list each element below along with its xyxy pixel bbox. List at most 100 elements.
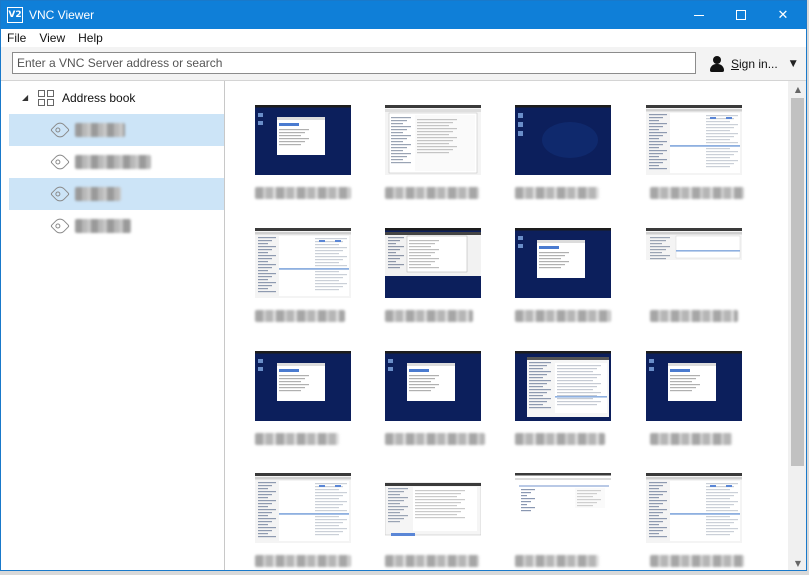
computer-thumbnail[interactable]: ▓▓▓▓▓▓▓▓▓▓ [646,351,746,461]
sidebar-item-label: ▓▓▓▓▓▓ [75,219,131,233]
computer-thumbnail[interactable]: ▓▓▓▓▓▓▓▓▓▓▓▓▓▓▓ [515,351,615,461]
scrollbar-thumb[interactable] [791,98,804,466]
window-title: VNC Viewer [29,8,95,22]
computer-thumbnail[interactable]: ▓▓▓▓▓▓▓▓▓▓▓▓▓▓ [385,228,485,338]
remote-screen-preview[interactable] [255,473,351,543]
computer-name-label: ▓▓▓▓▓▓▓▓▓▓▓▓▓▓▓ [515,433,605,445]
menu-help[interactable]: Help [78,31,103,45]
computer-thumbnail[interactable]: ▓▓▓▓▓▓▓▓▓▓▓▓▓▓ [646,228,746,338]
remote-screen-preview[interactable] [385,105,481,175]
computer-name-label: ▓▓▓▓▓▓▓▓▓▓▓▓▓▓ [650,310,738,322]
screen-preview-image [646,473,742,543]
remote-screen-preview[interactable] [515,105,611,175]
computer-name-label: ▓▓▓▓▓▓▓▓▓▓▓▓ [515,187,599,199]
screen-preview-image [385,351,481,421]
sidebar-item-group[interactable]: ▓▓▓▓▓▓ [9,210,224,242]
screen-preview-image [646,351,742,421]
vertical-scrollbar[interactable]: ▲ ▼ [788,81,806,570]
address-book-header[interactable]: ◢ Address book [1,81,224,113]
computer-name-label: ▓▓▓▓▓▓▓▓▓▓▓▓▓ [650,555,744,567]
screen-preview-image [515,228,611,298]
screen-preview-image [255,228,351,298]
computer-thumbnail[interactable]: ▓▓▓▓▓▓▓▓▓▓▓▓▓ [385,351,485,461]
remote-screen-preview[interactable] [385,351,481,421]
scroll-up-icon[interactable]: ▲ [788,81,806,98]
remote-screen-preview[interactable] [646,105,742,175]
screen-preview-image [385,105,481,175]
computer-thumbnail[interactable]: ▓▓▓▓▓▓▓▓▓▓▓▓ [515,105,615,215]
address-book-title: Address book [62,91,136,105]
remote-screen-preview[interactable] [515,228,611,298]
close-icon: ✕ [777,7,789,23]
screen-preview-image [515,105,611,175]
tag-icon [50,120,70,140]
remote-screen-preview[interactable] [255,228,351,298]
sign-in-button[interactable]: Sign in... ▼ [709,54,797,74]
screen-preview-image [515,473,611,543]
computer-name-label: ▓▓▓▓▓▓▓▓▓▓▓▓▓▓▓ [255,555,351,567]
computer-thumbnail[interactable]: ▓▓▓▓▓▓▓▓▓▓▓▓▓▓ [255,105,355,215]
title-bar[interactable]: V2 VNC Viewer ✕ [1,1,806,29]
remote-screen-preview[interactable] [646,228,742,298]
computer-thumbnail[interactable]: ▓▓▓▓▓▓▓▓▓▓▓▓▓ [255,228,355,338]
remote-screen-preview[interactable] [646,473,742,543]
computer-name-label: ▓▓▓▓▓▓▓▓▓▓▓▓▓ [515,310,611,322]
minimize-icon [694,14,704,16]
screen-preview-image [515,351,611,421]
tag-icon [50,184,70,204]
computer-thumbnail[interactable]: ▓▓▓▓▓▓▓▓▓▓▓▓▓▓▓ [515,473,615,570]
minimize-button[interactable] [678,1,720,29]
sidebar-item-label: ▓▓▓▓▓▓-▓▓ [75,155,151,169]
computer-name-label: ▓▓▓▓▓▓▓▓▓▓▓▓▓▓ [385,310,473,322]
computer-thumbnail[interactable]: ▓▓▓▓▓▓▓▓▓▓▓▓▓ [646,473,746,570]
computer-thumbnail[interactable]: ▓▓▓▓▓▓▓▓▓▓▓▓▓ [385,105,485,215]
sidebar-item-group[interactable]: ▓▓ ▓▓▓▓ [9,114,224,146]
vnc-viewer-window: V2 VNC Viewer ✕ File View Help Sign in..… [0,0,807,571]
computer-thumbnail[interactable]: ▓▓▓▓▓▓▓▓▓▓▓▓ [255,351,355,461]
computer-name-label: ▓▓▓▓▓▓▓▓▓▓▓▓▓ [255,310,345,322]
sidebar-item-label: ▓▓-▓▓▓ [75,187,121,201]
computer-name-label: ▓▓▓▓▓▓▓▓▓▓▓▓▓▓▓ [515,555,599,567]
remote-screen-preview[interactable] [255,105,351,175]
computer-thumbnail[interactable]: ▓▓▓▓▓▓▓▓▓▓▓ [646,105,746,215]
chevron-down-icon[interactable]: ▼ [790,59,797,69]
menu-view[interactable]: View [39,31,65,45]
computer-name-label: ▓▓▓▓▓▓▓▓▓▓▓ [650,187,744,199]
screen-preview-image [255,351,351,421]
remote-screen-preview[interactable] [384,473,482,543]
computer-thumbnail[interactable]: ▓▓▓▓▓▓▓▓▓▓▓▓▓ [515,228,615,338]
scroll-down-icon[interactable]: ▼ [788,555,806,570]
remote-screen-preview[interactable] [255,351,351,421]
screen-preview-image [646,228,742,298]
computer-name-label: ▓▓▓▓▓▓▓▓▓▓▓▓ [255,433,339,445]
vnc-app-icon: V2 [7,7,23,23]
computer-name-label: ▓▓▓▓▓▓▓▓▓▓▓▓▓ [385,433,485,445]
computer-thumbnail[interactable]: ▓▓▓▓▓▓▓▓▓▓▓▓▓▓▓ [255,473,355,570]
tag-icon [50,152,70,172]
sidebar: ◢ Address book ▓▓ ▓▓▓▓ ▓▓▓▓▓▓-▓▓ ▓▓-▓▓▓ … [1,81,225,570]
maximize-icon [736,10,746,20]
user-icon [709,56,725,72]
remote-screen-preview[interactable] [385,228,481,298]
tag-icon [50,216,70,236]
remote-screen-preview[interactable] [646,351,742,421]
screen-preview-image [384,473,482,543]
sidebar-item-group[interactable]: ▓▓-▓▓▓ [9,178,224,210]
computer-name-label: ▓▓▓▓▓▓▓▓▓▓ [650,433,732,445]
computer-thumbnail-grid: ▓▓▓▓▓▓▓▓▓▓▓▓▓▓▓▓▓▓▓▓▓▓▓▓▓▓▓▓▓▓▓▓▓▓▓▓▓▓▓▓… [226,81,788,570]
close-button[interactable]: ✕ [762,1,804,29]
remote-screen-preview[interactable] [515,473,611,543]
menu-file[interactable]: File [7,31,26,45]
expand-arrow-icon[interactable]: ◢ [22,93,28,102]
computer-name-label: ▓▓▓▓▓▓▓▓▓▓▓▓▓▓ [255,187,351,199]
computer-thumbnail[interactable]: ▓▓▓▓▓▓▓▓▓▓▓▓▓▓▓ [384,473,485,570]
sidebar-item-group[interactable]: ▓▓▓▓▓▓-▓▓ [9,146,224,178]
sidebar-item-label: ▓▓ ▓▓▓▓ [75,123,125,137]
computer-name-label: ▓▓▓▓▓▓▓▓▓▓▓▓▓▓▓ [385,555,479,567]
screen-preview-image [255,105,351,175]
screen-preview-image [646,105,742,175]
screen-preview-image [255,473,351,543]
maximize-button[interactable] [720,1,762,29]
remote-screen-preview[interactable] [515,351,611,421]
server-search-input[interactable] [12,52,696,74]
